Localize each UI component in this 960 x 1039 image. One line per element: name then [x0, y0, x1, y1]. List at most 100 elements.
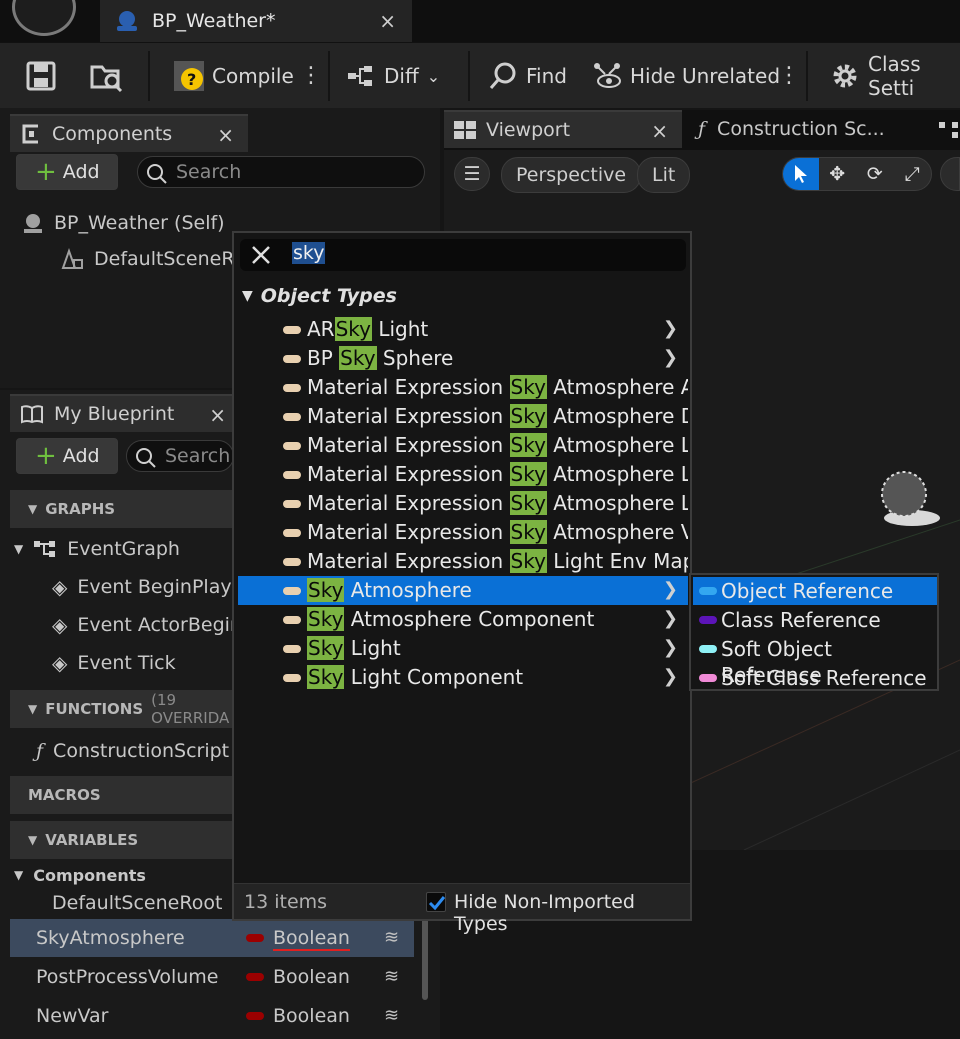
default-scene-root-variable[interactable]: DefaultSceneRoot	[52, 884, 222, 922]
type-list-item[interactable]: ARSky Light ❯	[238, 315, 688, 344]
close-icon[interactable]: ×	[651, 119, 668, 143]
type-label-suffix: Atmosphere A	[546, 375, 688, 399]
type-label-suffix: Light	[344, 636, 401, 660]
reference-type-item[interactable]: Soft Object Reference	[693, 635, 937, 687]
compile-options-icon[interactable]: ⋮	[300, 59, 322, 93]
my-blueprint-tab[interactable]: My Blueprint ×	[10, 394, 240, 432]
type-list-item[interactable]: Sky Atmosphere Component ❯	[238, 605, 688, 634]
macros-label: MACROS	[28, 786, 101, 804]
object-types-category[interactable]: ▼ Object Types	[242, 285, 397, 307]
tab-viewport-label: Viewport	[486, 119, 571, 141]
functions-section-header[interactable]: ▼ FUNCTIONS (19 OVERRIDA	[10, 690, 236, 728]
browse-icon[interactable]	[90, 61, 124, 93]
event-item[interactable]: ◈ Event Tick	[52, 644, 176, 682]
variable-row[interactable]: PostProcessVolume Boolean ≋	[10, 958, 414, 996]
component-default-scene-root[interactable]: DefaultSceneRo	[60, 240, 245, 278]
scale-icon[interactable]: ⤢	[894, 163, 931, 185]
tab-construction-script[interactable]: ƒ Construction Sc...	[698, 118, 885, 140]
variable-row[interactable]: SkyAtmosphere Boolean ≋	[10, 919, 414, 957]
hide-unrelated-button[interactable]: Hide Unrelated	[592, 57, 780, 95]
type-list-item[interactable]: Material Expression Sky Atmosphere L	[238, 489, 688, 518]
type-list-item[interactable]: Material Expression Sky Atmosphere D	[238, 402, 688, 431]
graph-icon	[33, 539, 57, 559]
reference-type-label: Object Reference	[721, 579, 894, 603]
event-graph-item[interactable]: ▼ EventGraph	[14, 530, 180, 568]
scene-component-icon	[60, 248, 84, 270]
reference-type-item[interactable]: Object Reference	[693, 577, 937, 605]
class-settings-button[interactable]: Class Setti	[830, 52, 960, 100]
type-list-item[interactable]: Sky Light Component ❯	[238, 663, 688, 692]
graphs-section-header[interactable]: ▼ GRAPHS	[10, 490, 236, 528]
diff-button[interactable]: Diff ⌄	[346, 57, 440, 95]
type-list-item[interactable]: Material Expression Sky Atmosphere V	[238, 518, 688, 547]
components-icon	[20, 123, 42, 145]
variable-type-dropdown[interactable]: Boolean	[273, 927, 350, 951]
type-list-item[interactable]: Sky Light ❯	[238, 634, 688, 663]
variable-type-dropdown[interactable]: Boolean	[273, 966, 350, 988]
type-list-item[interactable]: BP Sky Sphere ❯	[238, 344, 688, 373]
type-list-item[interactable]: Material Expression Sky Light Env Map	[238, 547, 688, 576]
variables-section-header[interactable]: ▼ VARIABLES	[10, 821, 236, 859]
compile-label: Compile	[212, 64, 294, 88]
eye-closed-icon[interactable]: ≋	[384, 927, 399, 948]
type-list-item-label: Material Expression Sky Atmosphere L	[307, 461, 688, 487]
sky-sphere-actor-icon[interactable]	[878, 466, 944, 532]
close-icon[interactable]: ×	[217, 123, 234, 147]
type-list-item[interactable]: Sky Atmosphere ❯	[238, 576, 688, 605]
viewport-menu-icon[interactable]: ☰	[454, 157, 490, 191]
reference-type-item[interactable]: Soft Class Reference	[693, 664, 937, 692]
type-list-item[interactable]: Material Expression Sky Atmosphere L	[238, 431, 688, 460]
clear-search-icon[interactable]	[250, 244, 272, 266]
type-label-prefix: Material Expression	[307, 375, 510, 399]
reference-type-item[interactable]: Class Reference	[693, 606, 937, 634]
eye-closed-icon[interactable]: ≋	[384, 1005, 399, 1026]
my-blueprint-search-input[interactable]: Search	[126, 440, 234, 472]
type-list-item[interactable]: Material Expression Sky Atmosphere L	[238, 460, 688, 489]
reference-pin-icon	[699, 674, 717, 682]
document-tab-label: BP_Weather*	[152, 10, 276, 32]
event-item[interactable]: ◈ Event BeginPlay	[52, 568, 232, 606]
variable-type-dropdown[interactable]: Boolean	[273, 1005, 350, 1027]
variable-row[interactable]: NewVar Boolean ≋	[10, 997, 414, 1035]
graph-tab-icon[interactable]	[938, 120, 960, 140]
type-label-suffix: Sphere	[376, 346, 454, 370]
object-pin-icon	[283, 355, 301, 363]
move-icon[interactable]: ✥	[819, 163, 857, 185]
type-list-item[interactable]: Material Expression Sky Atmosphere A	[238, 373, 688, 402]
components-search-input[interactable]: Search	[137, 156, 425, 188]
scrollbar[interactable]	[422, 910, 428, 1000]
component-self[interactable]: BP_Weather (Self)	[22, 204, 225, 242]
hide-unrelated-label: Hide Unrelated	[630, 64, 781, 88]
collapse-arrow-icon: ▼	[242, 288, 253, 304]
reference-type-submenu: Object Reference Class Reference Soft Obje…	[689, 573, 939, 691]
boolean-pin-icon	[246, 1012, 264, 1020]
functions-note: (19 OVERRIDA	[151, 691, 230, 727]
event-item[interactable]: ◈ Event ActorBegin	[52, 606, 242, 644]
object-pin-icon	[283, 558, 301, 566]
save-icon[interactable]	[26, 61, 56, 91]
transform-toolbar: ✥ ⟳ ⤢	[782, 157, 932, 191]
more-options-icon[interactable]: ⋮	[778, 59, 800, 93]
eye-closed-icon[interactable]: ≋	[384, 966, 399, 987]
select-cursor-icon[interactable]	[783, 158, 819, 190]
chevron-right-icon: ❯	[662, 637, 678, 658]
plus-icon: +	[35, 157, 57, 187]
object-pin-icon	[283, 529, 301, 537]
find-button[interactable]: Find	[488, 57, 567, 95]
macros-section-header[interactable]: MACROS	[10, 776, 236, 814]
hide-non-imported-checkbox[interactable]	[426, 892, 446, 912]
document-tab[interactable]: BP_Weather* ×	[100, 0, 412, 42]
close-icon[interactable]: ×	[209, 403, 226, 427]
perspective-button[interactable]: Perspective	[501, 157, 642, 193]
construction-script-item[interactable]: ƒ ConstructionScript	[36, 732, 229, 770]
function-icon: ƒ	[698, 118, 706, 140]
tab-viewport[interactable]: Viewport ×	[444, 110, 682, 148]
compile-button[interactable]: ? Compile	[174, 57, 294, 95]
close-tab-icon[interactable]: ×	[379, 9, 396, 33]
lit-button[interactable]: Lit	[637, 157, 691, 193]
rotate-icon[interactable]: ⟳	[856, 163, 894, 185]
type-search-input[interactable]: sky	[240, 239, 686, 271]
add-component-button[interactable]: + Add	[16, 154, 118, 190]
add-member-button[interactable]: + Add	[16, 438, 118, 474]
components-tab[interactable]: Components ×	[10, 114, 248, 152]
